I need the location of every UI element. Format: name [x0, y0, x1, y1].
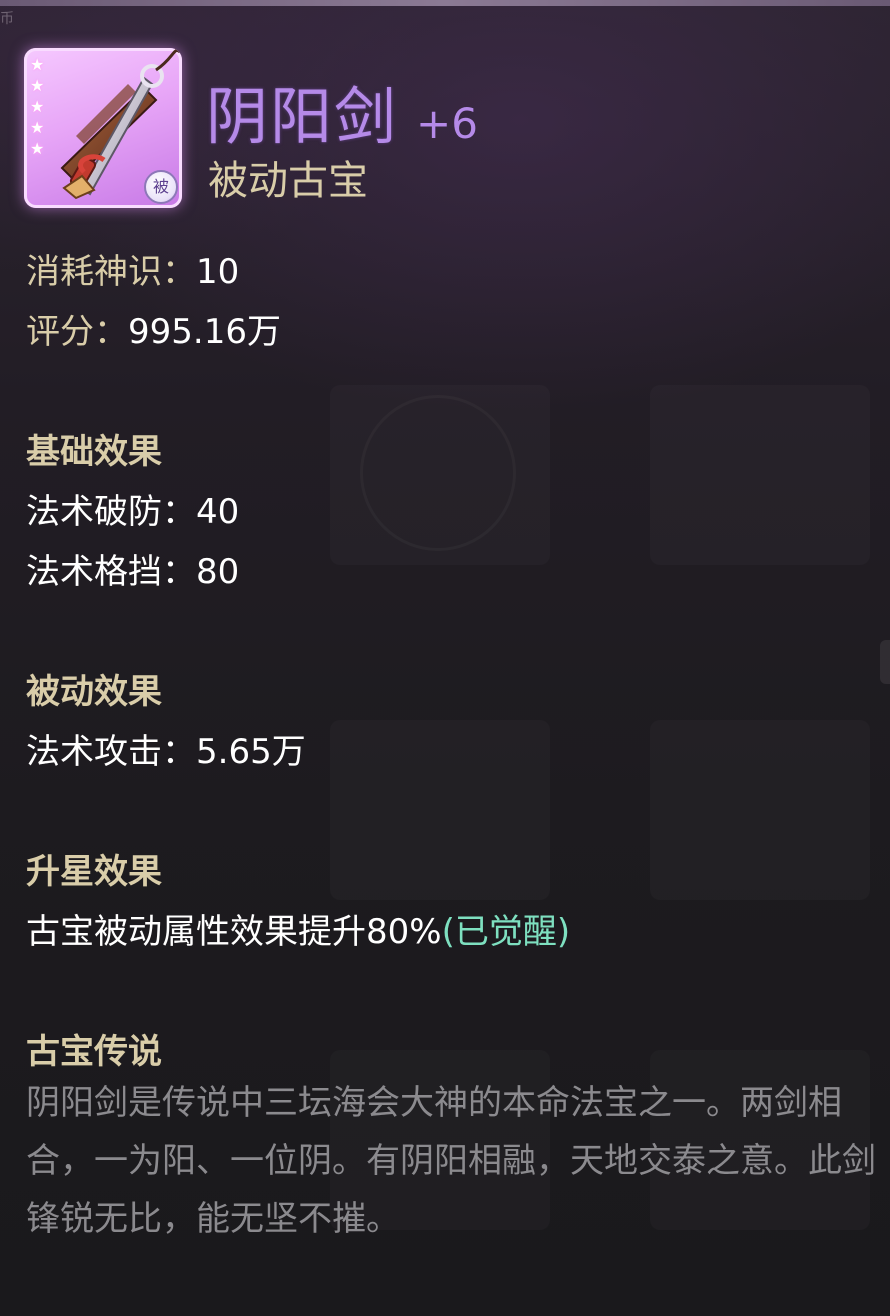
stat-row: 法术攻击：5.65万: [26, 724, 306, 773]
star-rating: ★ ★ ★ ★ ★: [30, 54, 44, 159]
lore-text: 阴阳剑是传说中三坛海会大神的本命法宝之一。两剑相合，一为阳、一位阴。有阴阳相融，…: [26, 1083, 876, 1239]
star-icon: ★: [30, 55, 45, 74]
bg-slot-decoration: [330, 385, 550, 565]
star-icon: ★: [30, 97, 45, 116]
item-level: +6: [416, 99, 478, 148]
item-icon-frame: ★ ★ ★ ★ ★ 被: [24, 48, 182, 208]
stat-row: 法术格挡：80: [26, 544, 239, 593]
score-row: 评分：995.16万: [26, 304, 281, 353]
star-up-row: 古宝被动属性效果提升80%(已觉醒): [26, 904, 570, 953]
item-type: 被动古宝: [208, 158, 368, 204]
passive-badge: 被: [144, 170, 178, 204]
score-label: 评分：: [26, 312, 128, 352]
scroll-arrow-icon: [880, 640, 890, 684]
item-title-row: 阴阳剑 +6: [206, 66, 478, 156]
star-up-text: 古宝被动属性效果提升80%: [26, 912, 442, 952]
item-tooltip-panel: 币 ★ ★ ★ ★ ★ 被 阴阳剑 +6 被动古宝 消耗神识：10 评分：995…: [0, 0, 890, 1316]
stat-value: 40: [196, 492, 240, 532]
bg-slot-decoration: [650, 385, 870, 565]
cost-row: 消耗神识：10: [26, 244, 239, 293]
star-icon: ★: [30, 76, 45, 95]
star-up-heading: 升星效果: [26, 852, 162, 892]
bg-slot-decoration: [650, 720, 870, 900]
score-value: 995.16万: [128, 312, 281, 352]
basic-effects-heading: 基础效果: [26, 432, 162, 472]
cost-value: 10: [196, 252, 240, 292]
stat-label: 法术格挡：: [26, 552, 196, 592]
stat-value: 80: [196, 552, 240, 592]
lore-heading: 古宝传说: [26, 1032, 162, 1072]
star-icon: ★: [30, 139, 45, 158]
stat-label: 法术攻击：: [26, 732, 196, 772]
stat-label: 法术破防：: [26, 492, 196, 532]
awakened-status: (已觉醒): [441, 912, 571, 952]
passive-effects-heading: 被动效果: [26, 672, 162, 712]
bg-slot-decoration: [330, 720, 550, 900]
stat-row: 法术破防：40: [26, 484, 239, 533]
cost-label: 消耗神识：: [26, 252, 196, 292]
star-icon: ★: [30, 118, 45, 137]
corner-mark: 币: [0, 11, 14, 27]
panel-top-border: [0, 0, 890, 6]
stat-value: 5.65万: [196, 732, 306, 772]
item-name: 阴阳剑: [206, 80, 399, 153]
